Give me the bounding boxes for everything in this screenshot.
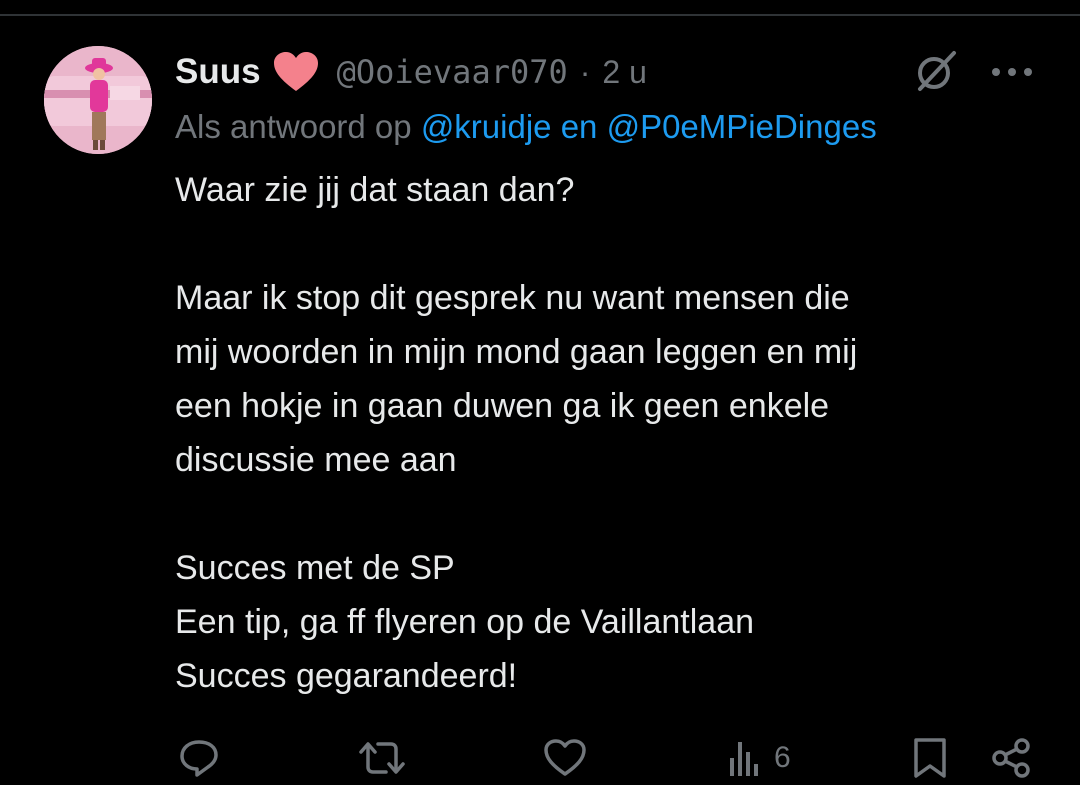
body-line: mij woorden in mijn mond gaan leggen en … (175, 333, 858, 371)
like-icon (544, 738, 586, 776)
body-line: Succes met de SP (175, 549, 455, 587)
tweet-card: Suus @Ooievaar070 · 2 u Als antwoord op … (0, 0, 1080, 785)
repost-button[interactable] (358, 730, 406, 785)
action-bar: 6 (0, 730, 1080, 785)
timestamp[interactable]: 2 u (602, 54, 646, 91)
separator-dot: · (579, 53, 591, 90)
grok-icon[interactable] (910, 47, 960, 97)
avatar[interactable] (44, 46, 152, 154)
tweet-text: Waar zie jij dat staan dan? Maar ik stop… (175, 163, 1055, 703)
body-line: Een tip, ga ff flyeren op de Vaillantlaa… (175, 603, 755, 641)
body-line: discussie mee aan (175, 441, 457, 479)
reply-mentions[interactable]: @kruidje en @P0eMPieDinges (421, 108, 877, 145)
reply-icon (180, 739, 218, 777)
share-button[interactable] (990, 730, 1032, 785)
repost-icon (359, 741, 405, 774)
more-icon[interactable] (990, 62, 1034, 82)
reply-context: Als antwoord op @kruidje en @P0eMPieDing… (175, 108, 877, 146)
display-name[interactable]: Suus (175, 52, 261, 92)
body-line: Succes gegarandeerd! (175, 657, 518, 695)
handle[interactable]: @Ooievaar070 (337, 53, 568, 91)
tweet-header: Suus @Ooievaar070 · 2 u (175, 48, 647, 96)
like-button[interactable] (543, 730, 587, 785)
reply-button[interactable] (178, 730, 220, 785)
bookmark-icon (914, 737, 946, 778)
share-icon (992, 737, 1030, 778)
body-line: Maar ik stop dit gesprek nu want mensen … (175, 279, 850, 317)
views-icon (730, 741, 758, 776)
views-count: 6 (774, 740, 791, 774)
reply-prefix: Als antwoord op (175, 108, 412, 145)
bookmark-button[interactable] (912, 730, 948, 785)
body-line: een hokje in gaan duwen ga ik geen enkel… (175, 387, 830, 425)
divider (0, 14, 1080, 16)
views-button[interactable]: 6 (728, 730, 791, 785)
heart-icon (273, 52, 318, 91)
body-line: Waar zie jij dat staan dan? (175, 171, 575, 209)
header-actions (910, 48, 1034, 96)
